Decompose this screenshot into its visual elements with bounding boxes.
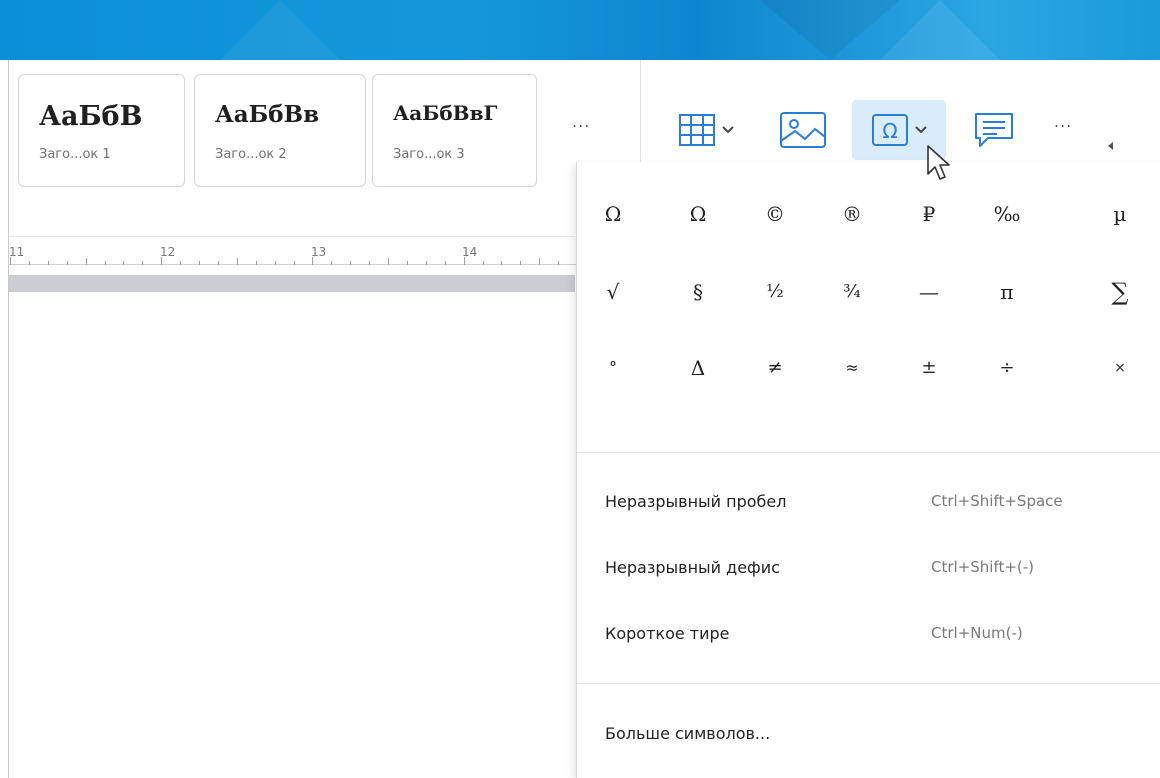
ruler-tick <box>444 261 446 265</box>
ruler-tick <box>520 261 522 265</box>
ruler-tick <box>274 261 276 265</box>
symbol-cell[interactable]: × <box>1094 348 1146 388</box>
style-name: Заго...ок 1 <box>39 147 111 162</box>
ruler-tick <box>236 258 238 265</box>
ruler-tick <box>331 261 333 265</box>
ruler-tick <box>85 258 87 265</box>
symbol-cell[interactable]: § <box>672 272 724 312</box>
symbol-cell[interactable]: ∑ <box>1094 272 1146 312</box>
ruler-tick <box>199 261 200 265</box>
image-icon <box>780 112 826 148</box>
symbol-cell[interactable]: ° <box>587 348 639 388</box>
ruler-tick <box>539 258 541 265</box>
ruler-tick <box>255 261 257 265</box>
menu-item-label: Неразрывный дефис <box>605 558 780 577</box>
ruler-tick <box>104 261 106 265</box>
ruler-tick <box>28 261 30 265</box>
menu-item-label: Короткое тире <box>605 624 730 643</box>
menu-item-en-dash[interactable]: Короткое тире Ctrl+Num(-) <box>577 610 1160 658</box>
symbol-cell[interactable]: Ω <box>672 194 724 234</box>
menu-item-nonbreaking-space[interactable]: Неразрывный пробел Ctrl+Shift+Space <box>577 478 1160 526</box>
style-preview: АаБбВв <box>215 101 320 128</box>
ruler-tick <box>47 261 49 265</box>
style-preview: АаБбВ <box>39 101 143 132</box>
style-heading-1[interactable]: АаБбВ Заго...ок 1 <box>18 74 185 187</box>
svg-text:Ω: Ω <box>882 119 897 143</box>
ruler-tick <box>161 257 163 265</box>
ruler-tick <box>217 261 219 265</box>
ruler-tick <box>369 261 371 265</box>
insert-image-button[interactable] <box>774 100 832 160</box>
more-tools-button[interactable]: ... <box>1054 112 1072 131</box>
omega-icon: Ω <box>872 114 908 146</box>
ruler-tick <box>350 261 352 265</box>
ruler-tick <box>482 261 484 265</box>
ruler-tick <box>501 261 503 265</box>
symbol-cell[interactable]: π <box>981 272 1033 312</box>
symbol-cell[interactable]: µ <box>1094 194 1146 234</box>
chevron-down-icon <box>915 126 927 134</box>
ruler-number: 11 <box>9 245 25 259</box>
symbol-cell[interactable]: ≈ <box>826 348 878 388</box>
ruler-tick <box>425 261 427 265</box>
page-margin-band <box>9 275 575 292</box>
symbol-cell[interactable]: ₽ <box>903 194 955 234</box>
ruler-tick <box>388 258 389 265</box>
title-bar <box>0 0 1160 60</box>
symbol-cell[interactable]: ¾ <box>826 272 878 312</box>
menu-separator <box>577 683 1160 684</box>
menu-separator <box>577 452 1160 453</box>
ruler-tick <box>312 257 314 265</box>
symbol-cell[interactable]: ½ <box>749 272 801 312</box>
style-heading-2[interactable]: АаБбВв Заго...ок 2 <box>194 74 366 187</box>
symbol-cell[interactable]: ÷ <box>981 348 1033 388</box>
more-symbols-item[interactable]: Больше символов... <box>577 710 1160 758</box>
symbol-cell[interactable]: ≠ <box>749 348 801 388</box>
symbol-cell[interactable]: ± <box>903 348 955 388</box>
comment-icon <box>975 113 1013 147</box>
menu-item-nonbreaking-hyphen[interactable]: Неразрывный дефис Ctrl+Shift+(-) <box>577 544 1160 592</box>
ruler-tick <box>558 261 560 265</box>
style-name: Заго...ок 2 <box>215 147 287 162</box>
symbol-cell[interactable]: Ω <box>587 194 639 234</box>
symbol-cell[interactable]: Δ <box>672 348 724 388</box>
ruler-tick <box>123 261 125 265</box>
style-name: Заго...ок 3 <box>393 147 465 162</box>
insert-comment-button[interactable] <box>968 100 1020 160</box>
ruler-tick <box>293 261 295 265</box>
ruler-tick <box>10 257 11 265</box>
symbol-cell[interactable]: © <box>749 194 801 234</box>
more-symbols-label: Больше символов... <box>605 724 771 743</box>
menu-item-label: Неразрывный пробел <box>605 492 787 511</box>
ruler-tick <box>66 261 68 265</box>
ruler-tick <box>406 261 408 265</box>
mouse-cursor-icon <box>927 145 950 180</box>
table-icon <box>679 114 715 146</box>
style-preview: АаБбВвГ <box>393 101 498 125</box>
symbol-cell[interactable]: ® <box>826 194 878 234</box>
ruler-tick <box>142 261 144 265</box>
chevron-down-icon <box>722 126 734 134</box>
ruler-tick <box>180 261 182 265</box>
symbol-cell[interactable]: √ <box>587 272 639 312</box>
symbols-dropdown: Неразрывный пробел Ctrl+Shift+Space Нера… <box>576 162 1160 778</box>
insert-table-button[interactable] <box>664 100 748 160</box>
scroll-left-icon[interactable] <box>1108 142 1113 150</box>
ruler-number: 12 <box>160 245 176 259</box>
symbol-cell[interactable]: ‰ <box>981 194 1033 234</box>
menu-item-shortcut: Ctrl+Shift+(-) <box>931 558 1035 576</box>
more-styles-button[interactable]: ... <box>572 112 590 131</box>
horizontal-ruler: 11 12 13 14 <box>9 237 597 275</box>
symbol-cell[interactable]: — <box>903 272 955 312</box>
menu-item-shortcut: Ctrl+Num(-) <box>931 624 1023 642</box>
style-heading-3[interactable]: АаБбВвГ Заго...ок 3 <box>372 74 537 187</box>
ruler-tick <box>463 257 465 265</box>
menu-item-shortcut: Ctrl+Shift+Space <box>931 492 1063 510</box>
